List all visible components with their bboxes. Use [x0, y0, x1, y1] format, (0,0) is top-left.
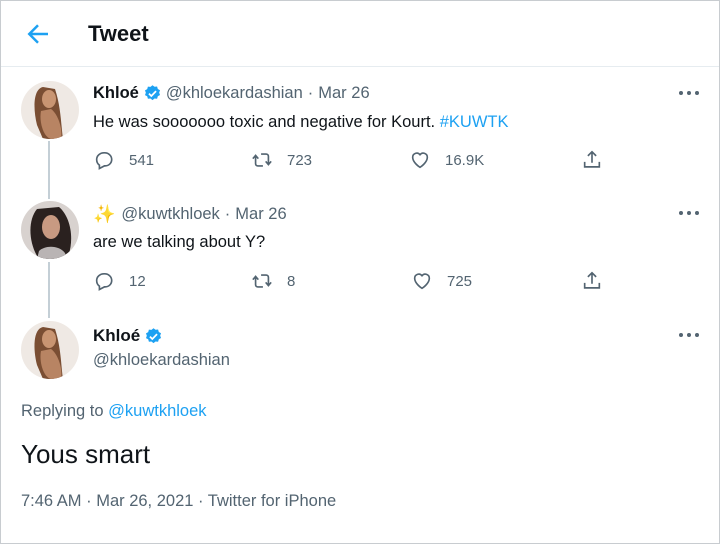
tweet-date[interactable]: Mar 26: [235, 205, 286, 224]
share-icon: [583, 271, 601, 289]
like-count: 16.9K: [445, 151, 485, 169]
verified-badge-icon: [144, 85, 160, 101]
author-handle[interactable]: @khloekardashian: [93, 351, 230, 370]
tweet-actions: 12 8 725: [93, 269, 613, 293]
reply-count: 541: [129, 151, 155, 169]
tweet-actions: 541 723 16.9K: [93, 148, 613, 172]
thread-line: [48, 262, 50, 318]
author-name[interactable]: Khloé: [93, 326, 140, 346]
like-button[interactable]: 725: [411, 269, 472, 293]
like-count: 725: [447, 272, 473, 290]
share-icon: [583, 150, 601, 168]
replying-to: Replying to @kuwtkhloek: [21, 402, 207, 421]
author-handle[interactable]: @khloekardashian: [166, 84, 303, 103]
verified-badge-icon: [146, 327, 162, 343]
avatar[interactable]: [21, 81, 79, 139]
more-options-icon[interactable]: [677, 327, 701, 343]
reply-button[interactable]: 541: [93, 148, 154, 172]
like-button[interactable]: 16.9K: [409, 148, 484, 172]
author-name[interactable]: Khloé: [93, 84, 139, 103]
retweet-icon: [252, 274, 272, 288]
hashtag-link[interactable]: #KUWTK: [440, 113, 509, 131]
reply-button[interactable]: 12: [93, 269, 146, 293]
author-handle[interactable]: @kuwtkhloek: [121, 205, 219, 224]
tweet-date[interactable]: Mar 26: [318, 84, 369, 103]
tweet-header: Khloé @khloekardashian · Mar 26: [93, 84, 370, 103]
heart-icon: [411, 152, 429, 169]
page-title: Tweet: [88, 21, 149, 46]
tweet-text: He was sooooooo toxic and negative for K…: [93, 113, 509, 132]
retweet-count: 723: [287, 151, 313, 169]
retweet-count: 8: [287, 272, 296, 290]
separator: ·: [224, 205, 231, 223]
tweet-header: ✨ @kuwtkhloek · Mar 26: [93, 204, 287, 225]
header: Tweet: [1, 1, 719, 67]
reply-count: 12: [129, 272, 146, 290]
back-arrow-icon[interactable]: [23, 19, 53, 49]
thread-line: [48, 141, 50, 199]
retweet-button[interactable]: 723: [251, 148, 312, 172]
reply-icon: [95, 273, 113, 291]
tweet-meta[interactable]: 7:46 AM · Mar 26, 2021 · Twitter for iPh…: [21, 492, 336, 511]
avatar[interactable]: [21, 201, 79, 259]
replying-label: Replying to: [21, 402, 104, 420]
share-button[interactable]: [581, 269, 617, 293]
main-author-row: Khloé: [93, 326, 167, 346]
more-options-icon[interactable]: [677, 85, 701, 101]
reply-icon: [95, 152, 113, 170]
mention-link[interactable]: @kuwtkhloek: [108, 402, 206, 420]
tweet-text-body: He was sooooooo toxic and negative for K…: [93, 113, 436, 131]
tweet-text: are we talking about Y?: [93, 233, 266, 251]
retweet-button[interactable]: 8: [251, 269, 295, 293]
tweet-page: Tweet Khloé @khloekardashian · Mar 26 He…: [0, 0, 720, 544]
retweet-icon: [252, 153, 272, 167]
more-options-icon[interactable]: [677, 205, 701, 221]
main-tweet-text: Yous smart: [21, 439, 151, 469]
share-button[interactable]: [581, 148, 617, 172]
heart-icon: [413, 273, 431, 290]
avatar[interactable]: [21, 321, 79, 379]
separator: ·: [307, 84, 314, 102]
sparkle-icon: ✨: [93, 204, 116, 224]
